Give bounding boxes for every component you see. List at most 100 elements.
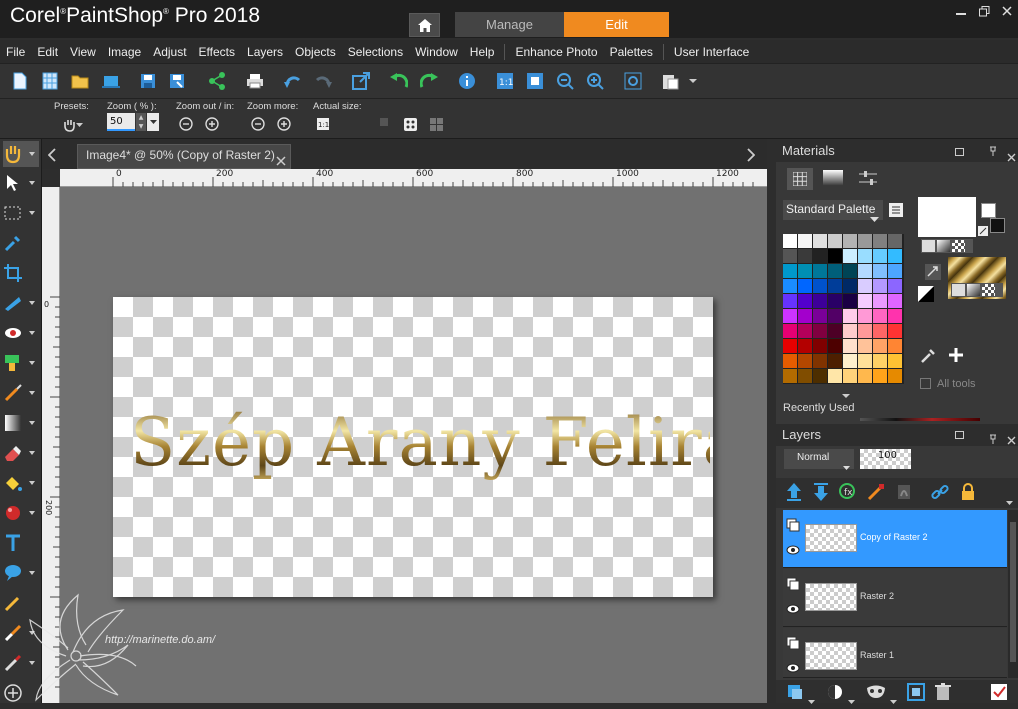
selection-tool[interactable] — [3, 200, 39, 226]
minimize-button[interactable] — [952, 4, 970, 18]
zoom-dropdown[interactable] — [147, 113, 159, 131]
swatch[interactable] — [828, 354, 842, 368]
lock-layer-button[interactable] — [958, 482, 978, 506]
swatch[interactable] — [813, 249, 827, 263]
swatch[interactable] — [873, 369, 887, 383]
redo-button[interactable] — [313, 71, 333, 91]
rotate-left-button[interactable] — [389, 71, 409, 91]
swatch[interactable] — [813, 279, 827, 293]
palette-dropdown[interactable]: Standard Palette — [783, 200, 883, 220]
gradient-tool[interactable] — [3, 410, 39, 436]
menu-layers[interactable]: Layers — [241, 45, 289, 59]
swatch[interactable] — [813, 309, 827, 323]
swatch[interactable] — [843, 234, 857, 248]
swatch[interactable] — [798, 249, 812, 263]
adjustment-layer-button[interactable] — [826, 683, 844, 705]
zoom-more-out-button[interactable] — [251, 116, 265, 135]
swatch[interactable] — [813, 234, 827, 248]
swatch[interactable] — [888, 234, 902, 248]
swatch[interactable] — [858, 324, 872, 338]
paste-button[interactable] — [661, 71, 681, 91]
menu-adjust[interactable]: Adjust — [147, 45, 192, 59]
swatch[interactable] — [858, 369, 872, 383]
link-layer-button[interactable] — [930, 482, 950, 506]
swatch[interactable] — [843, 354, 857, 368]
zoom-in-small-button[interactable] — [205, 116, 219, 135]
swatch[interactable] — [873, 354, 887, 368]
layers-pin[interactable] — [989, 429, 997, 448]
frame-tab-swatches[interactable] — [787, 168, 813, 190]
blend-mode-arrow[interactable] — [843, 456, 850, 475]
document-tab[interactable]: Image4* @ 50% (Copy of Raster 2) — [77, 144, 291, 169]
move-layer-down-button[interactable] — [811, 482, 831, 506]
swatch[interactable] — [783, 339, 797, 353]
delete-layer-button[interactable] — [935, 683, 951, 705]
materials-maximize[interactable] — [955, 148, 964, 156]
swatch[interactable] — [888, 264, 902, 278]
mask-dropdown[interactable] — [890, 690, 897, 709]
swatch[interactable] — [888, 279, 902, 293]
texture-style-button[interactable] — [982, 284, 995, 296]
menu-help[interactable]: Help — [464, 45, 501, 59]
swatch[interactable] — [858, 264, 872, 278]
dropper-tool[interactable] — [3, 230, 39, 256]
view-option-2[interactable] — [404, 116, 417, 135]
gradient-style-button[interactable] — [967, 284, 980, 296]
paint-brush-tool[interactable] — [3, 380, 39, 406]
fg-small-swatch[interactable] — [981, 203, 996, 218]
tab-edit[interactable]: Edit — [564, 12, 669, 37]
menu-selections[interactable]: Selections — [342, 45, 409, 59]
browse-button[interactable] — [101, 71, 121, 91]
swatch[interactable] — [873, 234, 887, 248]
swatch[interactable] — [843, 324, 857, 338]
materials-close[interactable] — [1007, 147, 1016, 166]
resize-button[interactable] — [351, 71, 371, 91]
swatch[interactable] — [888, 369, 902, 383]
swatch[interactable] — [858, 249, 872, 263]
zoom-out-small-button[interactable] — [179, 116, 193, 135]
view-option-1[interactable] — [380, 118, 388, 126]
swatch[interactable] — [798, 264, 812, 278]
swatch[interactable] — [798, 294, 812, 308]
layers-maximize[interactable] — [955, 431, 964, 439]
swatch[interactable] — [873, 249, 887, 263]
swatch[interactable] — [798, 279, 812, 293]
material-dropper-button[interactable] — [920, 348, 936, 368]
menu-palettes[interactable]: Palettes — [604, 45, 659, 59]
menu-edit[interactable]: Edit — [31, 45, 64, 59]
swatch[interactable] — [888, 339, 902, 353]
color-style-button[interactable] — [922, 240, 935, 252]
swatch[interactable] — [798, 369, 812, 383]
save-as-button[interactable] — [167, 71, 187, 91]
frame-tab-rainbow[interactable] — [823, 170, 843, 190]
swatch[interactable] — [888, 294, 902, 308]
swatch[interactable] — [798, 324, 812, 338]
swatch[interactable] — [888, 309, 902, 323]
zoom-fit-button[interactable] — [623, 71, 643, 91]
layers-scrollbar-thumb[interactable] — [1010, 522, 1016, 662]
swatch[interactable] — [873, 309, 887, 323]
menu-enhance-photo[interactable]: Enhance Photo — [509, 45, 603, 59]
paste-dropdown[interactable] — [683, 71, 703, 91]
swatch[interactable] — [828, 234, 842, 248]
pick-tool[interactable] — [3, 170, 39, 196]
swatch[interactable] — [888, 324, 902, 338]
swatch[interactable] — [843, 294, 857, 308]
layers-menu-arrow[interactable] — [1006, 491, 1013, 510]
menu-objects[interactable]: Objects — [289, 45, 342, 59]
clone-tool[interactable] — [3, 350, 39, 376]
save-button[interactable] — [138, 71, 158, 91]
pan-tool[interactable] — [3, 141, 39, 167]
move-layer-up-button[interactable] — [784, 482, 804, 506]
print-button[interactable] — [245, 71, 265, 91]
merge-layers-button[interactable] — [907, 683, 925, 705]
swatch[interactable] — [858, 339, 872, 353]
swatch[interactable] — [783, 354, 797, 368]
swatch[interactable] — [858, 309, 872, 323]
swatch[interactable] — [873, 264, 887, 278]
swatch[interactable] — [858, 294, 872, 308]
swatch[interactable] — [858, 279, 872, 293]
close-button[interactable] — [998, 4, 1016, 18]
swatch[interactable] — [783, 324, 797, 338]
menu-view[interactable]: View — [64, 45, 102, 59]
